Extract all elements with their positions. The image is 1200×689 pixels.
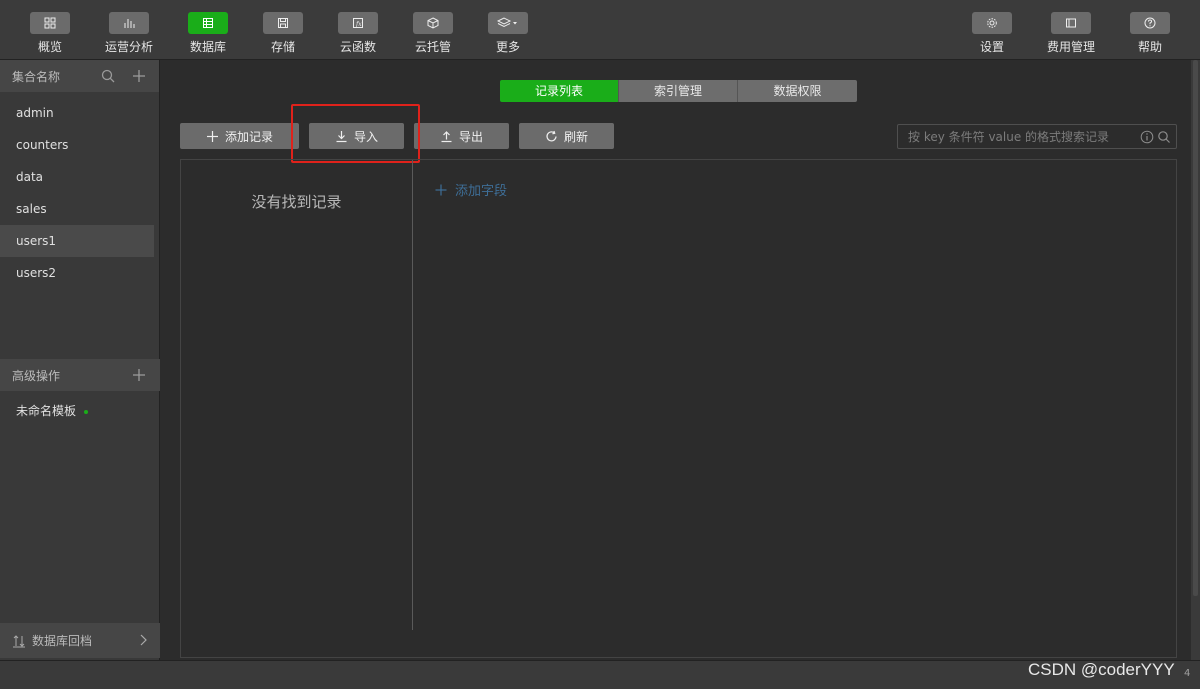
refresh-icon bbox=[546, 130, 557, 141]
rollback-label: 数据库回档 bbox=[32, 634, 93, 648]
toolbar-label: 运营分析 bbox=[104, 40, 153, 54]
search-icon[interactable] bbox=[1157, 130, 1171, 144]
records-panel: 没有找到记录 添加字段 bbox=[180, 159, 1177, 658]
layers-dropdown-icon bbox=[488, 12, 528, 34]
toolbar-label: 设置 bbox=[979, 40, 1004, 54]
toolbar-cloud-hosting[interactable]: 云托管 bbox=[403, 12, 463, 55]
view-tabs: 记录列表 索引管理 数据权限 bbox=[500, 80, 857, 102]
collection-item-counters[interactable]: counters bbox=[0, 129, 154, 161]
database-icon bbox=[188, 12, 228, 34]
toolbar-help[interactable]: 帮助 bbox=[1120, 12, 1180, 55]
toolbar-billing[interactable]: 费用管理 bbox=[1041, 12, 1101, 55]
empty-records-message: 没有找到记录 bbox=[251, 193, 342, 211]
grid-icon bbox=[30, 12, 70, 34]
toolbar-label: 更多 bbox=[495, 40, 520, 54]
bar-chart-icon bbox=[109, 12, 149, 34]
add-field-label: 添加字段 bbox=[455, 184, 508, 199]
add-template-icon[interactable] bbox=[131, 367, 147, 383]
status-count: 4 bbox=[1184, 668, 1191, 679]
collection-item-users1[interactable]: users1 bbox=[0, 225, 154, 257]
add-collection-icon[interactable] bbox=[131, 68, 147, 84]
help-icon bbox=[1130, 12, 1170, 34]
cube-icon bbox=[413, 12, 453, 34]
svg-text:fx: fx bbox=[355, 21, 362, 28]
toolbar-label: 云函数 bbox=[339, 40, 376, 54]
sort-icon bbox=[13, 634, 25, 647]
toolbar-label: 数据库 bbox=[189, 40, 226, 54]
billing-icon bbox=[1051, 12, 1091, 34]
template-label: 未命名模板 bbox=[16, 404, 77, 418]
record-search bbox=[897, 124, 1177, 149]
storage-icon bbox=[263, 12, 303, 34]
tab-record-list[interactable]: 记录列表 bbox=[500, 80, 619, 102]
download-icon bbox=[336, 130, 347, 142]
upload-icon bbox=[441, 130, 452, 142]
template-item[interactable]: 未命名模板 bbox=[0, 395, 160, 427]
toolbar-database[interactable]: 数据库 bbox=[178, 12, 238, 55]
add-record-button[interactable]: 添加记录 bbox=[180, 123, 299, 149]
collections-header: 集合名称 bbox=[0, 60, 159, 92]
status-bar bbox=[0, 660, 1200, 689]
top-toolbar: 概览 运营分析 数据库 存储 fx 云函数 云托管 更多 设置 费用管理 帮助 bbox=[0, 0, 1200, 60]
plus-icon bbox=[206, 130, 218, 142]
tab-data-permissions[interactable]: 数据权限 bbox=[738, 80, 857, 102]
toolbar-storage[interactable]: 存储 bbox=[253, 12, 313, 55]
collections-title: 集合名称 bbox=[12, 69, 61, 84]
function-icon: fx bbox=[338, 12, 378, 34]
collection-item-data[interactable]: data bbox=[0, 161, 154, 193]
panel-divider[interactable] bbox=[412, 160, 413, 630]
import-button[interactable]: 导入 bbox=[309, 123, 404, 149]
refresh-button[interactable]: 刷新 bbox=[519, 123, 614, 149]
add-record-label: 添加记录 bbox=[224, 129, 273, 144]
import-label: 导入 bbox=[353, 129, 378, 144]
search-icon[interactable] bbox=[100, 68, 116, 84]
scrollbar-thumb[interactable] bbox=[1193, 60, 1198, 596]
advanced-header: 高级操作 bbox=[0, 359, 160, 391]
advanced-section: 高级操作 未命名模板 bbox=[0, 359, 160, 427]
toolbar-cloud-function[interactable]: fx 云函数 bbox=[328, 12, 388, 55]
toolbar-label: 云托管 bbox=[414, 40, 451, 54]
toolbar-label: 存储 bbox=[270, 40, 295, 54]
database-rollback-button[interactable]: 数据库回档 bbox=[0, 623, 160, 658]
export-label: 导出 bbox=[458, 129, 483, 144]
collection-list: admin counters data sales users1 users2 bbox=[0, 92, 159, 357]
watermark-text: CSDN @coderYYY bbox=[1028, 660, 1175, 679]
record-search-input[interactable] bbox=[898, 125, 1134, 148]
plus-icon bbox=[435, 184, 447, 195]
toolbar-more[interactable]: 更多 bbox=[478, 12, 538, 55]
toolbar-settings[interactable]: 设置 bbox=[962, 12, 1022, 55]
toolbar-analytics[interactable]: 运营分析 bbox=[99, 12, 159, 55]
sidebar: 集合名称 admin counters data sales users1 us… bbox=[0, 60, 160, 660]
refresh-label: 刷新 bbox=[563, 129, 588, 144]
tab-index-management[interactable]: 索引管理 bbox=[619, 80, 738, 102]
advanced-title: 高级操作 bbox=[12, 368, 61, 383]
collection-item-users2[interactable]: users2 bbox=[0, 257, 154, 289]
toolbar-overview[interactable]: 概览 bbox=[20, 12, 80, 55]
chevron-right-icon bbox=[140, 634, 147, 646]
vertical-scrollbar[interactable] bbox=[1191, 60, 1200, 660]
toolbar-label: 费用管理 bbox=[1046, 40, 1095, 54]
toolbar-label: 概览 bbox=[37, 40, 62, 54]
collection-item-sales[interactable]: sales bbox=[0, 193, 154, 225]
collection-item-admin[interactable]: admin bbox=[0, 97, 154, 129]
info-icon[interactable] bbox=[1140, 130, 1154, 144]
status-dot bbox=[84, 409, 89, 414]
export-button[interactable]: 导出 bbox=[414, 123, 509, 149]
gear-icon bbox=[972, 12, 1012, 34]
add-field-link[interactable]: 添加字段 bbox=[435, 180, 507, 199]
toolbar-label: 帮助 bbox=[1137, 40, 1162, 54]
